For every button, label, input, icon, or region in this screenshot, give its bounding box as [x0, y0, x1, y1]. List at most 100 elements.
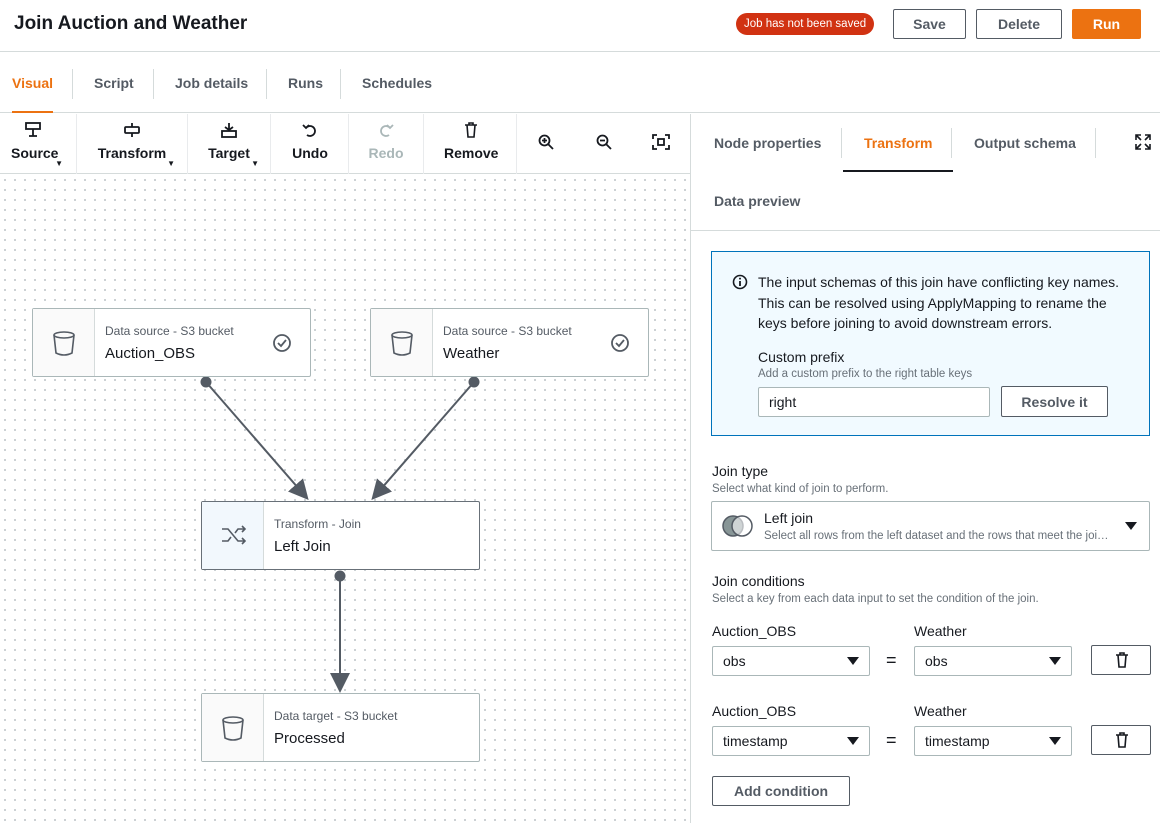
equals-sign: =	[886, 650, 897, 670]
left-join-icon	[722, 515, 753, 537]
resolve-it-button[interactable]: Resolve it	[1001, 386, 1108, 417]
connector-dot	[200, 376, 212, 388]
join-conditions-label: Join conditions	[712, 573, 805, 589]
connector-dot	[334, 570, 346, 582]
tab-divider	[153, 69, 154, 99]
undo-icon	[290, 114, 330, 138]
visual-canvas[interactable]: Data source - S3 bucket Auction_OBS Data…	[0, 175, 690, 823]
tab-transform[interactable]: Transform	[843, 114, 954, 172]
node-auction-obs[interactable]: Data source - S3 bucket Auction_OBS	[32, 308, 311, 377]
toolbar-divider	[76, 114, 77, 174]
node-icon-box	[371, 309, 433, 376]
node-type: Data source - S3 bucket	[105, 324, 234, 338]
target-icon	[207, 114, 251, 138]
tab-job-details[interactable]: Job details	[175, 53, 248, 113]
page-header: Join Auction and Weather Job has not bee…	[0, 0, 1160, 52]
remove-condition-button[interactable]	[1091, 725, 1151, 755]
tab-divider	[1095, 128, 1096, 158]
zoom-in-icon	[538, 134, 554, 150]
toolbar-divider	[187, 114, 188, 174]
custom-prefix-description: Add a custom prefix to the right table k…	[758, 368, 973, 380]
right-key-value: obs	[925, 653, 948, 669]
source-menu-button[interactable]: Source ▼	[11, 114, 63, 174]
join-conditions-description: Select a key from each data input to set…	[712, 593, 1039, 605]
node-left-join[interactable]: Transform - Join Left Join	[201, 501, 480, 570]
right-key-select[interactable]: timestamp	[914, 726, 1072, 756]
remove-button[interactable]: Remove	[444, 114, 498, 174]
target-menu-button[interactable]: Target ▼	[207, 114, 259, 174]
left-input-header: Auction_OBS	[712, 703, 797, 719]
tab-divider	[841, 128, 842, 158]
job-tabs: Visual Script Job details Runs Schedules	[0, 53, 1160, 113]
left-input-header: Auction_OBS	[712, 623, 797, 639]
page-title: Join Auction and Weather	[14, 13, 248, 34]
save-button[interactable]: Save	[893, 9, 966, 39]
caret-down-icon: ▼	[55, 159, 63, 168]
left-key-select[interactable]: timestamp	[712, 726, 870, 756]
caret-down-icon	[847, 737, 859, 745]
join-type-description: Select what kind of join to perform.	[712, 483, 889, 495]
node-icon-box	[202, 502, 264, 569]
caret-down-icon	[1125, 522, 1137, 530]
redo-button[interactable]: Redo	[366, 114, 406, 174]
node-name: Auction_OBS	[105, 345, 196, 362]
source-label: Source	[11, 145, 59, 161]
transform-menu-button[interactable]: Transform ▼	[97, 114, 175, 174]
transform-label: Transform	[97, 145, 167, 161]
node-name: Weather	[443, 345, 500, 362]
tab-divider	[72, 69, 73, 99]
equals-sign: =	[886, 730, 897, 750]
caret-down-icon: ▼	[167, 159, 175, 168]
source-icon	[11, 114, 55, 138]
expand-icon[interactable]	[1135, 134, 1151, 155]
run-button[interactable]: Run	[1072, 9, 1141, 39]
panel-divider	[691, 230, 1160, 231]
node-weather[interactable]: Data source - S3 bucket Weather	[370, 308, 649, 377]
tab-schedules[interactable]: Schedules	[362, 53, 432, 113]
tab-node-properties[interactable]: Node properties	[714, 114, 821, 172]
tab-divider	[951, 128, 952, 158]
caret-down-icon	[847, 657, 859, 665]
tab-output-schema[interactable]: Output schema	[974, 114, 1076, 172]
toolbar-divider	[270, 114, 271, 174]
edge-auction-to-join	[205, 381, 309, 501]
remove-condition-button[interactable]	[1091, 645, 1151, 675]
tab-runs[interactable]: Runs	[288, 53, 323, 113]
left-key-value: timestamp	[723, 733, 788, 749]
node-processed[interactable]: Data target - S3 bucket Processed	[201, 693, 480, 762]
edge-weather-to-join	[371, 381, 475, 501]
node-name: Left Join	[274, 538, 331, 555]
tab-divider	[340, 69, 341, 99]
fit-view-button[interactable]	[651, 134, 671, 154]
zoom-out-button[interactable]	[594, 134, 614, 154]
undo-button[interactable]: Undo	[290, 114, 330, 174]
join-type-select[interactable]: Left join Select all rows from the left …	[711, 501, 1150, 551]
undo-label: Undo	[292, 145, 328, 161]
trash-icon	[1116, 652, 1128, 668]
connector-dot	[468, 376, 480, 388]
s3-bucket-icon	[53, 331, 75, 356]
delete-button[interactable]: Delete	[976, 9, 1062, 39]
conflict-info-text: The input schemas of this join have conf…	[758, 274, 1120, 331]
tab-visual[interactable]: Visual	[12, 53, 53, 113]
fit-view-icon	[652, 134, 670, 150]
left-key-select[interactable]: obs	[712, 646, 870, 676]
zoom-in-button[interactable]	[536, 134, 556, 154]
toolbar-divider	[516, 114, 517, 174]
join-type-value-description: Select all rows from the left dataset an…	[764, 530, 1114, 542]
node-type: Data source - S3 bucket	[443, 324, 572, 338]
right-input-header: Weather	[914, 623, 967, 639]
node-details-panel: Node properties Transform Output schema …	[690, 114, 1160, 823]
s3-bucket-icon	[222, 716, 244, 741]
target-label: Target	[208, 145, 250, 161]
redo-label: Redo	[368, 145, 404, 161]
trash-icon	[1116, 732, 1128, 748]
shuffle-join-icon	[222, 525, 247, 545]
canvas-toolbar: Source ▼ Transform ▼ Target ▼ Undo Redo	[0, 114, 690, 174]
tab-script[interactable]: Script	[94, 53, 134, 113]
custom-prefix-input[interactable]	[758, 387, 990, 417]
add-condition-button[interactable]: Add condition	[712, 776, 850, 806]
right-key-select[interactable]: obs	[914, 646, 1072, 676]
tab-data-preview[interactable]: Data preview	[714, 172, 800, 230]
tab-divider	[266, 69, 267, 99]
